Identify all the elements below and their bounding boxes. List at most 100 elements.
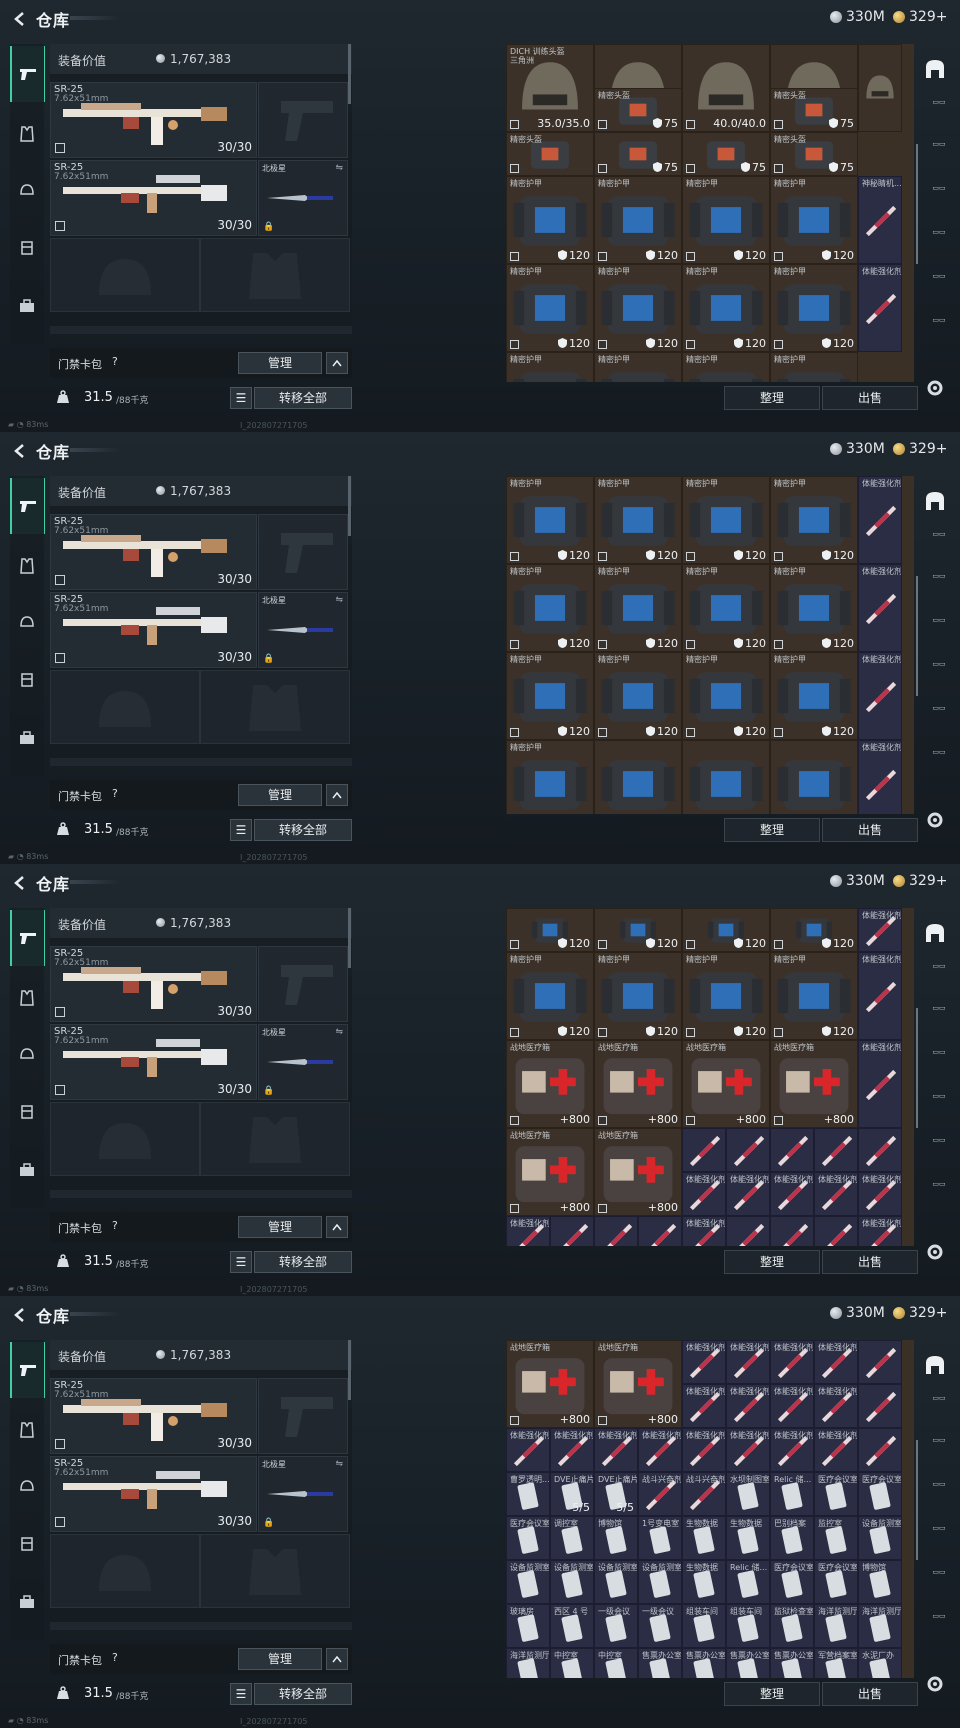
stash-item[interactable]: 西区 4 号: [550, 1604, 594, 1648]
stash-item[interactable]: 精密护甲: [770, 352, 858, 382]
sell-button[interactable]: 出售: [822, 818, 918, 842]
stash-item[interactable]: [594, 740, 682, 814]
manage-button[interactable]: 管理: [238, 352, 322, 374]
manage-button[interactable]: 管理: [238, 1648, 322, 1670]
stash-tab-5[interactable]: ▭▭: [924, 228, 954, 250]
sell-button[interactable]: 出售: [822, 1250, 918, 1274]
stash-item[interactable]: 巴别档案: [770, 1516, 814, 1560]
stash-home-icon[interactable]: [924, 490, 946, 512]
stash-item[interactable]: 博物馆: [858, 1560, 902, 1604]
stash-item[interactable]: 玻璃房: [506, 1604, 550, 1648]
secondary-weapon-slot[interactable]: SR-25 7.62x51mm 30/30: [50, 1456, 257, 1532]
stash-item[interactable]: 精密护甲 120: [594, 564, 682, 652]
stash-item[interactable]: 售票办公室: [682, 1648, 726, 1678]
stash-item[interactable]: 体能强化剂: [506, 1428, 550, 1472]
stash-tab-3[interactable]: ▭▭: [924, 1436, 954, 1458]
stash-item[interactable]: [770, 740, 858, 814]
stash-item[interactable]: [858, 1384, 902, 1428]
nav-helmet[interactable]: [15, 1474, 39, 1498]
stash-item[interactable]: 精密护甲 120: [682, 264, 770, 352]
stash-item[interactable]: 体能强化剂: [682, 1172, 726, 1216]
stash-item[interactable]: 精密护甲 120: [594, 652, 682, 740]
sort-button[interactable]: 整理: [724, 386, 820, 410]
nav-armor[interactable]: [15, 1418, 39, 1442]
stash-item[interactable]: [550, 1216, 594, 1246]
stash-item[interactable]: 体能强化剂: [858, 264, 902, 352]
stash-item[interactable]: 精密护甲 120: [682, 652, 770, 740]
stash-item[interactable]: 精密护甲 120: [594, 176, 682, 264]
stash-item[interactable]: 体能强化剂: [814, 1384, 858, 1428]
nav-chestrig[interactable]: [15, 236, 39, 260]
stash-item[interactable]: 精密护甲: [506, 740, 594, 814]
stash-tab-2[interactable]: ▭▭: [924, 98, 954, 120]
nav-helmet[interactable]: [15, 1042, 39, 1066]
transfer-all-button[interactable]: 转移全部: [254, 387, 352, 409]
swap-icon[interactable]: ⇋: [335, 163, 343, 173]
stash-item[interactable]: 体能强化剂: [682, 1216, 726, 1246]
stash-item[interactable]: 售票办公室: [770, 1648, 814, 1678]
stash-item[interactable]: 体能强化剂: [858, 476, 902, 564]
collapse-button[interactable]: [326, 1648, 348, 1670]
stash-item[interactable]: [726, 1216, 770, 1246]
stash-item[interactable]: 战地医疗箱 +800: [506, 1340, 594, 1428]
stash-item[interactable]: 海洋监测厅: [814, 1604, 858, 1648]
nav-armor[interactable]: [15, 122, 39, 146]
stash-item[interactable]: 战地医疗箱 +800: [506, 1128, 594, 1216]
transfer-all-button[interactable]: 转移全部: [254, 1251, 352, 1273]
stash-item[interactable]: 设备监测室: [638, 1560, 682, 1604]
primary-weapon-slot[interactable]: SR-25 7.62x51mm 30/30: [50, 514, 257, 590]
stash-item[interactable]: 1号变电室: [638, 1516, 682, 1560]
stash-item[interactable]: [814, 1128, 858, 1172]
stash-item[interactable]: [594, 1216, 638, 1246]
nav-backpack[interactable]: [15, 726, 39, 750]
stash-item[interactable]: 医疗会议室: [814, 1560, 858, 1604]
stash-item[interactable]: 精密头盔 75: [770, 88, 858, 132]
stash-item[interactable]: 神秘睛机...: [858, 176, 902, 264]
stash-item[interactable]: 海洋监测厅: [858, 1604, 902, 1648]
melee-slot[interactable]: 北极星 ⇋ 🔒: [258, 592, 348, 668]
stash-item[interactable]: 精密护甲 120: [594, 264, 682, 352]
help-icon[interactable]: ?: [112, 355, 118, 368]
stash-item[interactable]: 精密护甲: [594, 352, 682, 382]
stash-item[interactable]: DICH 训练头盔 三角洲 35.0/35.0: [506, 44, 594, 132]
stash-tab-6[interactable]: ▭▭: [924, 1568, 954, 1590]
stash-item[interactable]: Relic 储...: [726, 1560, 770, 1604]
nav-chestrig[interactable]: [15, 1532, 39, 1556]
stash-item[interactable]: 中控室: [594, 1648, 638, 1678]
stash-item[interactable]: 120: [506, 908, 594, 952]
stash-item[interactable]: 体能强化剂: [682, 1384, 726, 1428]
stash-item[interactable]: 设备监测室: [506, 1560, 550, 1604]
stash-item[interactable]: 精密护甲 120: [770, 564, 858, 652]
gear-icon[interactable]: [925, 378, 945, 398]
help-icon[interactable]: ?: [112, 1651, 118, 1664]
stash-item[interactable]: 设备监测室: [594, 1560, 638, 1604]
stash-item[interactable]: [682, 740, 770, 814]
primary-weapon-slot[interactable]: SR-25 7.62x51mm 30/30: [50, 82, 257, 158]
stash-item[interactable]: 体能强化剂: [682, 1340, 726, 1384]
stash-item[interactable]: 水泥厂办: [858, 1648, 902, 1678]
stash-item[interactable]: 体能强化剂: [858, 1040, 902, 1128]
stash-item[interactable]: 战斗兴奋剂: [638, 1472, 682, 1516]
nav-weapons[interactable]: [10, 478, 45, 534]
helmet-slot[interactable]: [50, 238, 200, 312]
nav-chestrig[interactable]: [15, 668, 39, 692]
stash-item[interactable]: 体能强化剂: [550, 1428, 594, 1472]
melee-slot[interactable]: 北极星 ⇋ 🔒: [258, 1456, 348, 1532]
stash-item[interactable]: 体能强化剂: [814, 1340, 858, 1384]
stash-item[interactable]: 精密护甲 120: [506, 564, 594, 652]
gear-icon[interactable]: [925, 810, 945, 830]
pistol-slot[interactable]: [258, 82, 348, 158]
nav-chestrig[interactable]: [15, 1100, 39, 1124]
armor-slot[interactable]: [200, 1102, 350, 1176]
stash-item[interactable]: 精密护甲 120: [682, 176, 770, 264]
back-arrow-icon[interactable]: [12, 875, 28, 891]
stash-item[interactable]: 体能强化剂: [726, 1384, 770, 1428]
nav-helmet[interactable]: [15, 178, 39, 202]
manage-button[interactable]: 管理: [238, 784, 322, 806]
pistol-slot[interactable]: [258, 1378, 348, 1454]
gear-icon[interactable]: [925, 1674, 945, 1694]
stash-item[interactable]: 战地医疗箱 +800: [594, 1340, 682, 1428]
stash-item[interactable]: DVE止痛片 5/5: [550, 1472, 594, 1516]
back-arrow-icon[interactable]: [12, 11, 28, 27]
stash-tab-6[interactable]: ▭▭: [924, 704, 954, 726]
